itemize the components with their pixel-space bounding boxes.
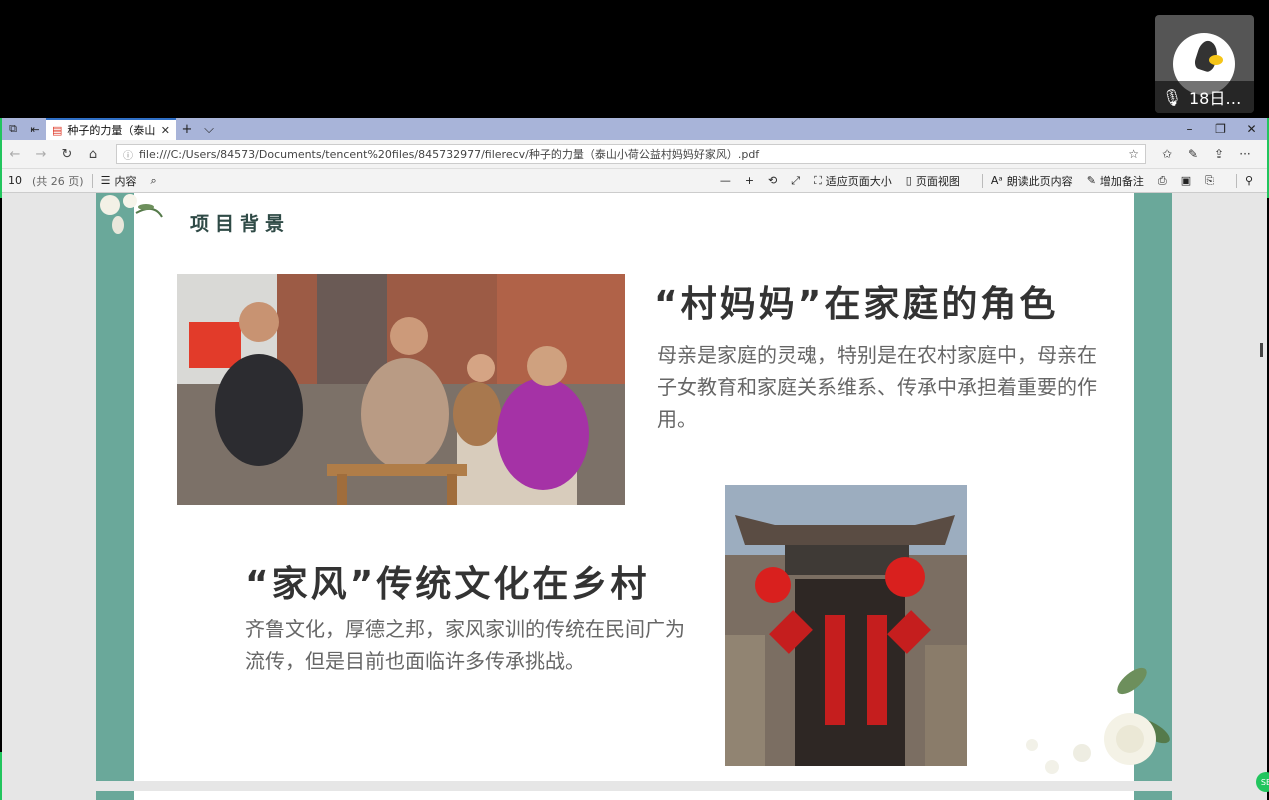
title-village-mothers: “村妈妈”在家庭的角色 xyxy=(654,284,1059,325)
address-bar-row: ← → ↻ ⌂ ⓘ file:///C:/Users/84573/Documen… xyxy=(2,140,1267,168)
read-aloud-button[interactable]: Aᵃ 朗读此页内容 xyxy=(991,173,1073,189)
refresh-icon[interactable]: ↻ xyxy=(54,147,80,162)
scrollbar-indicator[interactable] xyxy=(1260,343,1263,357)
title-family-tradition: “家风”传统文化在乡村 xyxy=(245,564,650,605)
forward-arrow-icon[interactable]: → xyxy=(28,147,54,162)
favorites-icon[interactable]: ✩ xyxy=(1154,147,1180,161)
traditional-gate-photo xyxy=(725,485,967,766)
teal-border-left xyxy=(96,791,134,800)
page-view-button[interactable]: ▯ 页面视图 xyxy=(906,173,960,189)
list-icon: ☰ xyxy=(100,174,111,187)
participant-name: 18日… xyxy=(1189,89,1242,108)
pin-toolbar-icon[interactable]: ⚲ xyxy=(1245,174,1253,187)
microphone-icon[interactable]: 🎙 xyxy=(1161,88,1183,107)
status-badge[interactable]: SE xyxy=(1256,772,1269,792)
pdf-page: 项目背景 “村妈妈”在家庭的角色 母亲是家庭的灵魂，特别是在农村家庭中，母亲在子… xyxy=(96,193,1172,781)
contents-button[interactable]: ☰ 内容 xyxy=(101,173,137,189)
paragraph-family-tradition: 齐鲁文化，厚德之邦，家风家训的传统在民间广为流传，但是目前也面临许多传承挑战。 xyxy=(245,617,685,673)
print-icon[interactable]: ⎙ xyxy=(1158,174,1167,188)
toolbar-divider xyxy=(1235,173,1237,188)
tab-close-icon[interactable]: ✕ xyxy=(161,124,170,137)
tab-pdf[interactable]: ▤ 种子的力量（泰山 ✕ xyxy=(46,118,176,140)
fullscreen-icon[interactable]: ⤢ xyxy=(791,174,800,188)
share-icon[interactable]: ⇪ xyxy=(1206,147,1232,161)
set-aside-tabs-icon[interactable]: ⇤ xyxy=(24,118,46,140)
browser-actions: ✩ ✎ ⇪ ··· xyxy=(1154,147,1258,161)
fit-page-button[interactable]: ⛶ 适应页面大小 xyxy=(814,173,892,189)
search-icon[interactable]: ⌕ xyxy=(150,174,156,188)
info-icon[interactable]: ⓘ xyxy=(123,147,133,162)
pdf-file-icon: ▤ xyxy=(52,123,63,137)
save-as-icon[interactable]: ⎘ xyxy=(1205,174,1214,188)
new-tab-button[interactable]: + xyxy=(176,118,198,140)
read-aloud-icon: Aᵃ xyxy=(990,174,1003,187)
teal-border-left xyxy=(96,193,134,781)
back-arrow-icon[interactable]: ← xyxy=(2,147,28,162)
fit-page-label: 适应页面大小 xyxy=(825,174,892,188)
contents-label: 内容 xyxy=(114,174,137,188)
zoom-in-icon[interactable]: + xyxy=(745,174,754,187)
section-heading: 项目背景 xyxy=(190,213,291,235)
paragraph-village-mothers: 母亲是家庭的灵魂，特别是在农村家庭中，母亲在子女教育和家庭关系维系、传承中承担着… xyxy=(657,343,1097,431)
pdf-document-area[interactable]: 项目背景 “村妈妈”在家庭的角色 母亲是家庭的灵魂，特别是在农村家庭中，母亲在子… xyxy=(2,193,1267,800)
family-photo xyxy=(177,274,625,505)
browser-window: ⧉ ⇤ ▤ 种子的力量（泰山 ✕ + ⌵ – ❐ ✕ ← → ↻ ⌂ ⓘ fil… xyxy=(2,118,1267,800)
add-notes-button[interactable]: ✎ 增加备注 xyxy=(1087,173,1144,189)
window-controls: – ❐ ✕ xyxy=(1174,118,1267,140)
home-icon[interactable]: ⌂ xyxy=(80,147,106,162)
toolbar-divider xyxy=(91,173,93,188)
page-total: (共 26 页) xyxy=(32,174,84,188)
teal-border-right xyxy=(1134,791,1172,800)
url-text: file:///C:/Users/84573/Documents/tencent… xyxy=(139,148,760,161)
pen-note-icon: ✎ xyxy=(1086,174,1096,187)
tab-preview-icon[interactable]: ⧉ xyxy=(2,118,24,140)
save-icon[interactable]: ▣ xyxy=(1181,174,1191,187)
minimize-button[interactable]: – xyxy=(1174,118,1205,140)
meeting-top-area xyxy=(0,0,1269,118)
favorite-star-icon[interactable]: ☆ xyxy=(1128,147,1139,161)
toolbar-divider xyxy=(981,173,983,188)
url-field[interactable]: ⓘ file:///C:/Users/84573/Documents/tence… xyxy=(116,144,1146,164)
more-icon[interactable]: ··· xyxy=(1232,147,1258,161)
zoom-out-icon[interactable]: — xyxy=(720,174,731,187)
flower-decoration-top-left xyxy=(100,194,163,234)
flower-decoration-bottom-right xyxy=(1026,667,1170,774)
read-aloud-label: 朗读此页内容 xyxy=(1006,174,1073,188)
next-pdf-page xyxy=(96,791,1172,800)
participant-video-tile[interactable]: 🎙 18日… xyxy=(1155,15,1254,113)
tab-bar: ⧉ ⇤ ▤ 种子的力量（泰山 ✕ + ⌵ – ❐ ✕ xyxy=(2,118,1267,140)
page-view-icon: ▯ xyxy=(905,174,912,187)
pdf-tools-right: — + ⟲ ⤢ ⛶ 适应页面大小 ▯ 页面视图 Aᵃ 朗读此页内容 ✎ 增加备注… xyxy=(720,173,1267,189)
participant-name-bar: 🎙 18日… xyxy=(1155,81,1254,113)
tab-list-chevron-icon[interactable]: ⌵ xyxy=(198,118,220,140)
add-notes-label: 增加备注 xyxy=(1099,174,1144,188)
pen-icon[interactable]: ✎ xyxy=(1180,147,1206,161)
page-view-label: 页面视图 xyxy=(915,174,960,188)
close-window-button[interactable]: ✕ xyxy=(1236,118,1267,140)
rotate-icon[interactable]: ⟲ xyxy=(768,174,777,187)
page-number-input[interactable]: 10 xyxy=(8,174,28,187)
tab-title: 种子的力量（泰山 xyxy=(67,124,156,137)
restore-button[interactable]: ❐ xyxy=(1205,118,1236,140)
pdf-toolbar: 10 (共 26 页) ☰ 内容 ⌕ — + ⟲ ⤢ ⛶ 适应页面大小 ▯ 页面… xyxy=(2,168,1267,193)
fit-page-icon: ⛶ xyxy=(814,173,822,187)
